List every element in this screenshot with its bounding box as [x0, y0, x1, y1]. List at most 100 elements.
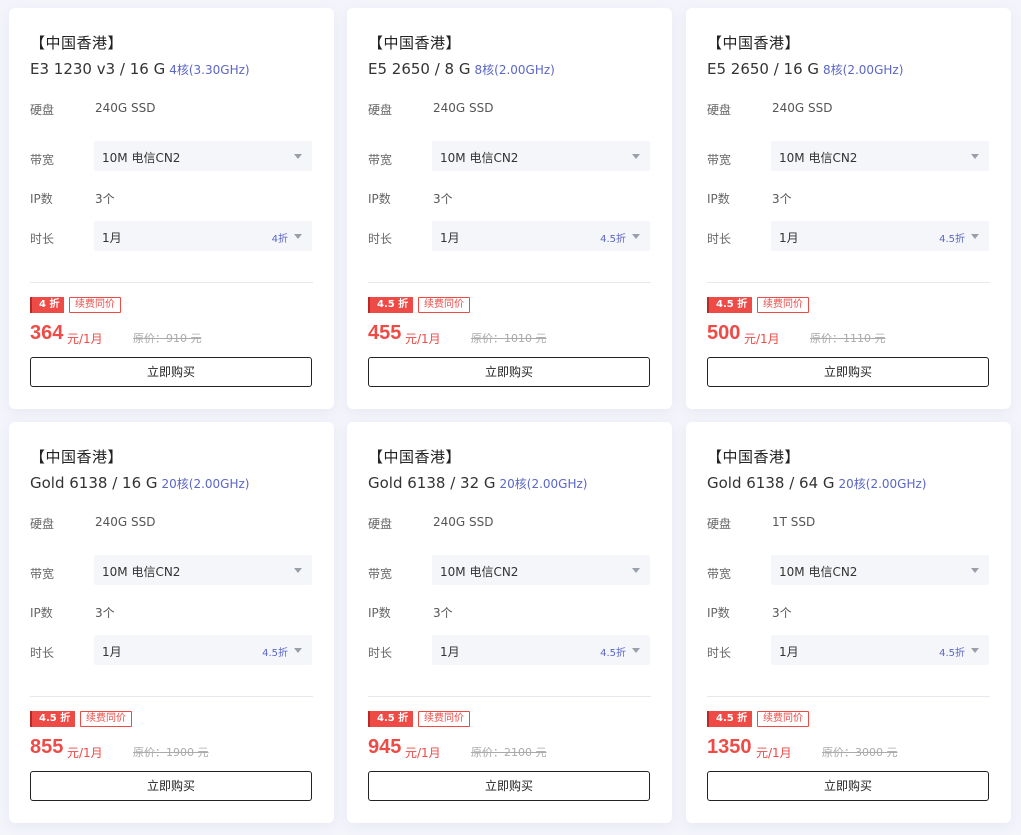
disk-label: 硬盘 [707, 103, 732, 117]
bandwidth-select[interactable]: 10M 电信CN2 [94, 141, 312, 171]
region-title: 【中国香港】 [30, 448, 124, 466]
disk-value: 240G SSD [95, 515, 156, 529]
discount-badge: 4 折 [30, 297, 65, 313]
buy-now-button[interactable]: 立即购买 [30, 771, 312, 801]
duration-label: 时长 [368, 646, 393, 660]
duration-select[interactable]: 1月 4.5折 [432, 221, 650, 251]
duration-selected: 1月 [779, 645, 799, 659]
price: 455 [368, 322, 402, 344]
ip-label: IP数 [368, 606, 391, 620]
duration-discount: 4.5折 [262, 648, 288, 659]
duration-label: 时长 [30, 646, 55, 660]
disk-value: 240G SSD [433, 101, 494, 115]
duration-select[interactable]: 1月 4.5折 [771, 221, 989, 251]
duration-label: 时长 [368, 232, 393, 246]
caret-down-icon [632, 154, 640, 159]
disk-label: 硬盘 [368, 103, 393, 117]
discount-badge: 4.5 折 [30, 711, 76, 727]
buy-now-button[interactable]: 立即购买 [707, 771, 989, 801]
bandwidth-select[interactable]: 10M 电信CN2 [432, 141, 650, 171]
discount-badge: 4.5 折 [368, 711, 414, 727]
discount-badge: 4.5 折 [368, 297, 414, 313]
duration-selected: 1月 [102, 231, 122, 245]
spec-title: Gold 6138 / 16 G 20核(2.00GHz) [30, 474, 249, 492]
renew-badge: 续费同价 [418, 297, 470, 313]
ip-value: 3个 [433, 606, 453, 620]
bandwidth-select[interactable]: 10M 电信CN2 [771, 141, 989, 171]
price-unit: 元/1月 [67, 332, 103, 346]
renew-badge: 续费同价 [69, 297, 121, 313]
bandwidth-select[interactable]: 10M 电信CN2 [771, 555, 989, 585]
spec-title: E5 2650 / 8 G 8核(2.00GHz) [368, 60, 555, 78]
duration-select[interactable]: 1月 4.5折 [771, 635, 989, 665]
price: 855 [30, 736, 64, 758]
bandwidth-label: 带宽 [707, 153, 732, 167]
duration-select[interactable]: 1月 4折 [94, 221, 312, 251]
ip-value: 3个 [772, 606, 792, 620]
region-title: 【中国香港】 [707, 34, 801, 52]
discount-badge: 4.5 折 [707, 297, 753, 313]
cpu-cores: 4核(3.30GHz) [169, 63, 250, 77]
bandwidth-label: 带宽 [30, 567, 55, 581]
buy-now-button[interactable]: 立即购买 [30, 357, 312, 387]
ip-value: 3个 [433, 192, 453, 206]
price-unit: 元/1月 [405, 746, 441, 760]
product-card: 【中国香港】 E5 2650 / 8 G 8核(2.00GHz) 硬盘 240G … [347, 8, 672, 409]
ip-value: 3个 [95, 606, 115, 620]
buy-now-button[interactable]: 立即购买 [368, 771, 650, 801]
buy-now-button[interactable]: 立即购买 [368, 357, 650, 387]
original-price: 原价：1110 元 [810, 332, 886, 345]
region-title: 【中国香港】 [368, 34, 462, 52]
spec-title: E5 2650 / 16 G 8核(2.00GHz) [707, 60, 903, 78]
divider [368, 282, 651, 283]
caret-down-icon [971, 234, 979, 239]
model-name: Gold 6138 / 64 G [707, 474, 835, 492]
duration-label: 时长 [707, 646, 732, 660]
caret-down-icon [294, 648, 302, 653]
disk-label: 硬盘 [30, 517, 55, 531]
product-card: 【中国香港】 Gold 6138 / 32 G 20核(2.00GHz) 硬盘 2… [347, 422, 672, 823]
discount-badge: 4.5 折 [707, 711, 753, 727]
caret-down-icon [294, 234, 302, 239]
cpu-cores: 20核(2.00GHz) [161, 477, 250, 491]
divider [30, 282, 313, 283]
ip-label: IP数 [30, 606, 53, 620]
buy-now-button[interactable]: 立即购买 [707, 357, 989, 387]
duration-select[interactable]: 1月 4.5折 [94, 635, 312, 665]
duration-selected: 1月 [102, 645, 122, 659]
original-price: 原价：3000 元 [822, 746, 898, 759]
product-card: 【中国香港】 Gold 6138 / 64 G 20核(2.00GHz) 硬盘 1… [686, 422, 1011, 823]
bandwidth-selected: 10M 电信CN2 [440, 151, 519, 165]
bandwidth-select[interactable]: 10M 电信CN2 [94, 555, 312, 585]
renew-badge: 续费同价 [418, 711, 470, 727]
caret-down-icon [294, 568, 302, 573]
bandwidth-select[interactable]: 10M 电信CN2 [432, 555, 650, 585]
duration-discount: 4折 [271, 234, 288, 245]
disk-label: 硬盘 [368, 517, 393, 531]
caret-down-icon [971, 648, 979, 653]
model-name: Gold 6138 / 32 G [368, 474, 496, 492]
divider [368, 696, 651, 697]
caret-down-icon [294, 154, 302, 159]
bandwidth-selected: 10M 电信CN2 [102, 565, 181, 579]
caret-down-icon [971, 568, 979, 573]
disk-value: 240G SSD [433, 515, 494, 529]
ip-value: 3个 [95, 192, 115, 206]
price-unit: 元/1月 [744, 332, 780, 346]
duration-selected: 1月 [440, 231, 460, 245]
duration-selected: 1月 [440, 645, 460, 659]
product-card: 【中国香港】 Gold 6138 / 16 G 20核(2.00GHz) 硬盘 2… [9, 422, 334, 823]
duration-discount: 4.5折 [600, 234, 626, 245]
duration-select[interactable]: 1月 4.5折 [432, 635, 650, 665]
ip-label: IP数 [368, 192, 391, 206]
divider [707, 282, 990, 283]
original-price: 原价：910 元 [133, 332, 202, 345]
cpu-cores: 20核(2.00GHz) [838, 477, 927, 491]
disk-label: 硬盘 [707, 517, 732, 531]
caret-down-icon [632, 568, 640, 573]
ip-value: 3个 [772, 192, 792, 206]
bandwidth-label: 带宽 [707, 567, 732, 581]
bandwidth-selected: 10M 电信CN2 [440, 565, 519, 579]
renew-badge: 续费同价 [757, 297, 809, 313]
product-card: 【中国香港】 E3 1230 v3 / 16 G 4核(3.30GHz) 硬盘 2… [9, 8, 334, 409]
